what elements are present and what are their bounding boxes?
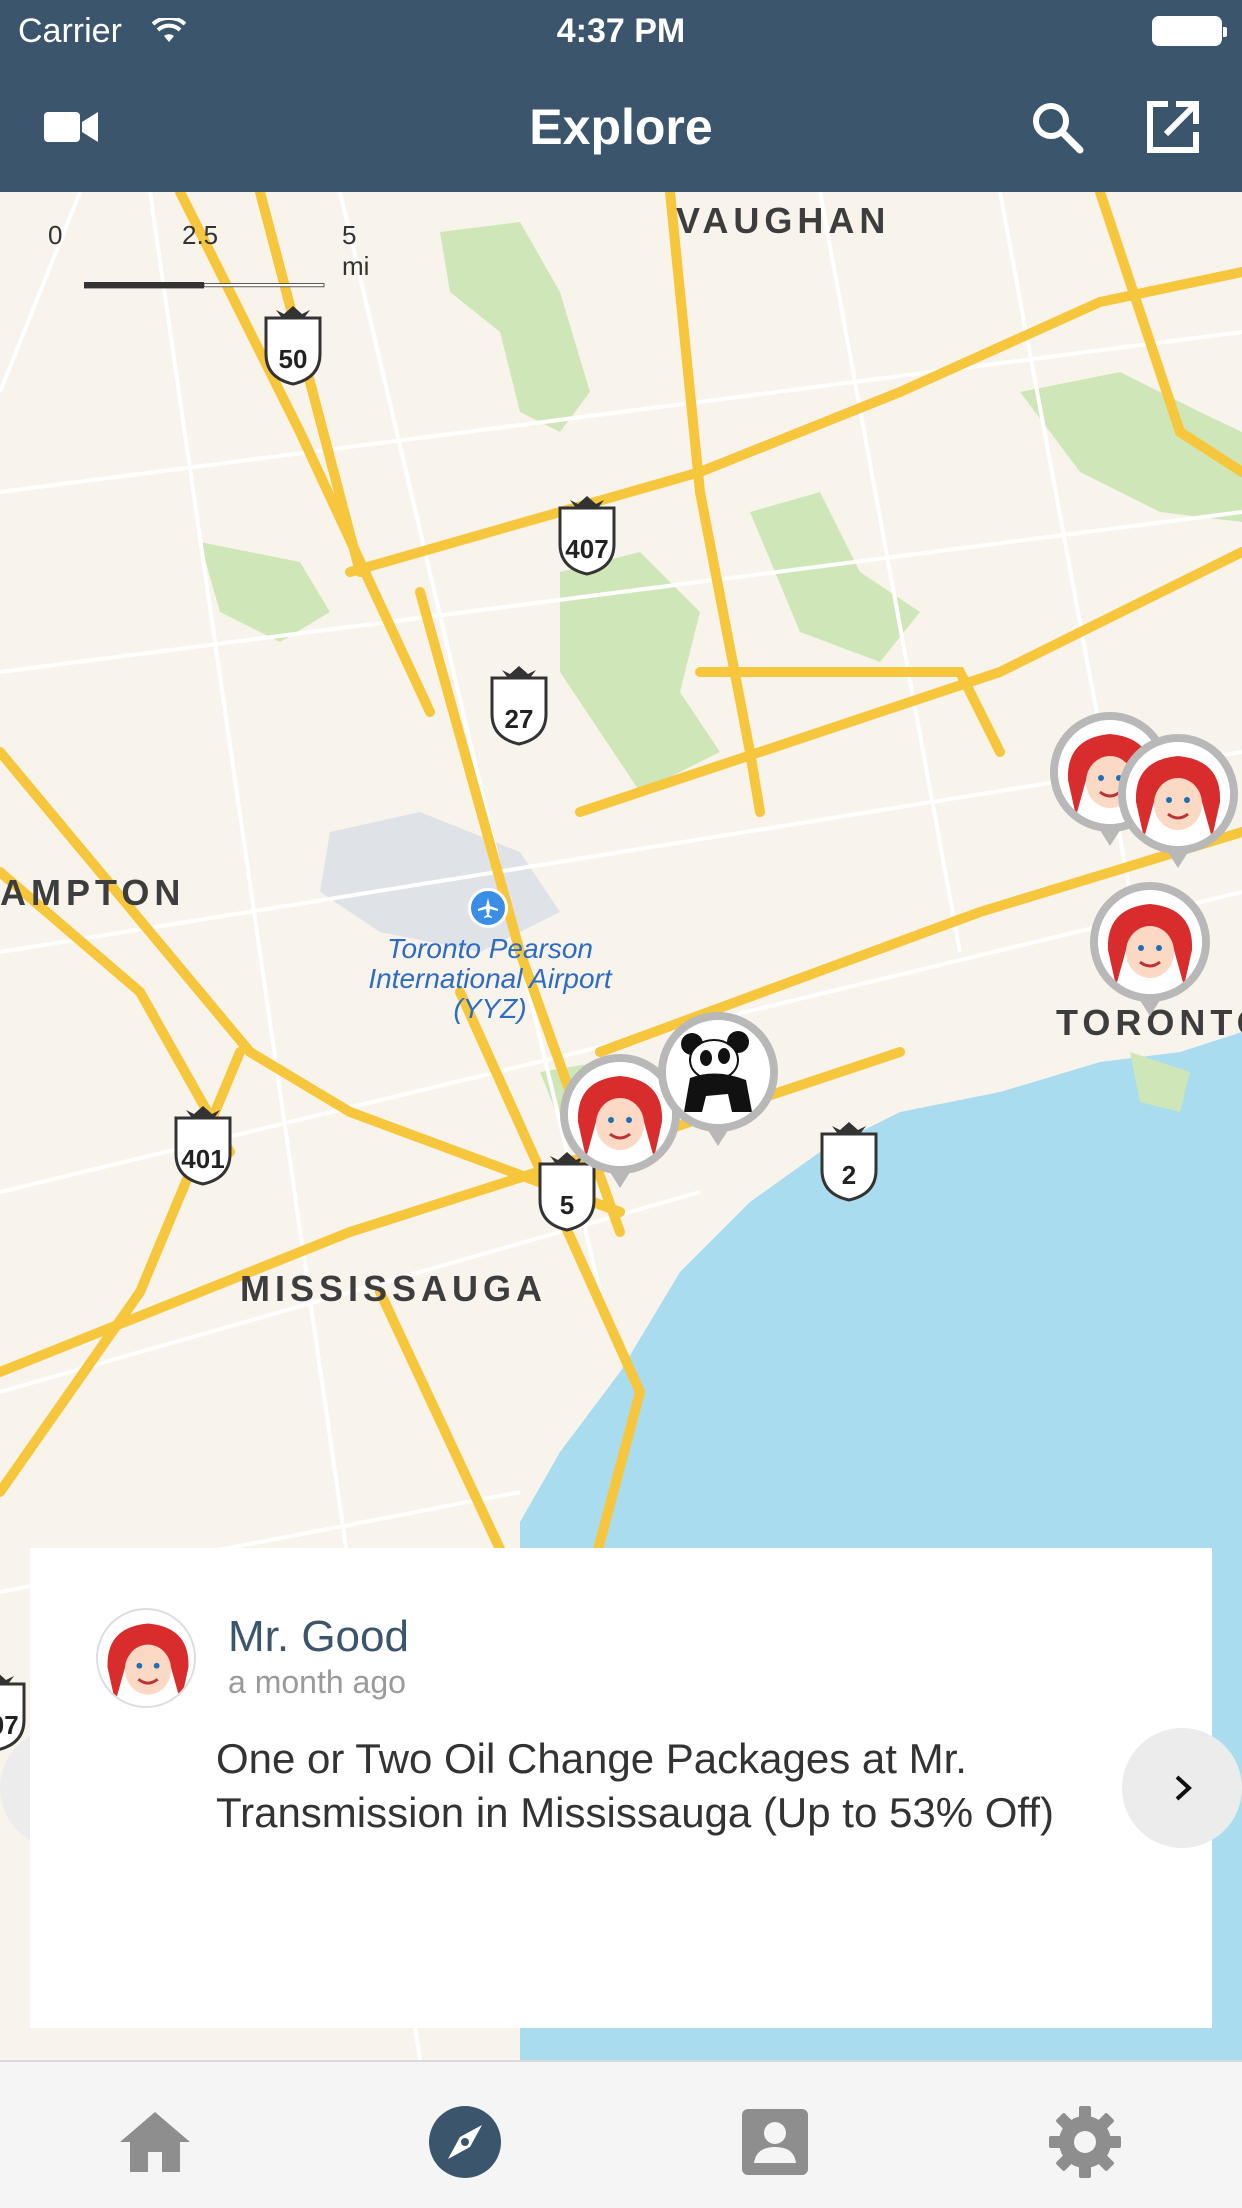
scale-bar [84, 282, 325, 289]
battery-icon [1152, 16, 1227, 46]
label-vaughan: Vaughan [676, 200, 891, 241]
shield-label: 27 [504, 704, 534, 734]
status-bar: Carrier 4:37 PM [0, 0, 1242, 62]
status-time: 4:37 PM [556, 12, 686, 50]
shield-label: 50 [278, 344, 308, 374]
tab-bar [0, 2060, 1242, 2208]
shield-label: 407 [0, 1710, 19, 1740]
wendys-logo-icon [1126, 742, 1230, 846]
wendys-logo-icon [568, 1062, 672, 1166]
airport-label: Toronto Pearson International Airport (Y… [368, 933, 612, 1024]
profile-icon[interactable] [735, 2102, 815, 2182]
compass-icon[interactable] [425, 2102, 505, 2182]
panda-logo-icon [666, 1020, 770, 1124]
card-author: Mr. Good [228, 1612, 409, 1661]
gear-icon[interactable] [1045, 2102, 1125, 2182]
highway-shield-icon: 27 [488, 664, 550, 746]
highway-shield-icon: 401 [172, 1104, 234, 1186]
scale-label-0: 0 [48, 220, 63, 250]
scale-label-2-5: 2.5 [182, 220, 219, 250]
chevron-right-icon [1175, 1775, 1192, 1801]
scale-label-5mi: 5 mi [342, 220, 370, 281]
map-pin[interactable] [1118, 734, 1238, 874]
label-brampton: Ampton [0, 872, 186, 913]
home-icon[interactable] [115, 2102, 195, 2182]
label-mississauga: Mississauga [240, 1268, 548, 1309]
card-timestamp: a month ago [228, 1664, 406, 1700]
shield-label: 401 [181, 1144, 225, 1174]
map-pin[interactable] [1090, 882, 1210, 1022]
next-button[interactable] [1122, 1728, 1242, 1848]
top-bar: Carrier 4:37 PM Explore [0, 0, 1242, 192]
airplane-icon[interactable] [468, 888, 508, 928]
highway-shield-icon: 2 [818, 1120, 880, 1202]
search-icon[interactable] [1022, 92, 1092, 162]
highway-shield-icon: 407 [556, 494, 618, 576]
shield-label: 5 [559, 1190, 575, 1220]
map-pin[interactable] [658, 1012, 778, 1152]
highway-shield-icon: 50 [262, 304, 324, 386]
shield-label: 407 [565, 534, 609, 564]
map-scale: 0 2.5 5 mi [44, 220, 369, 289]
card-description: One or Two Oil Change Packages at Mr. Tr… [216, 1735, 1054, 1836]
deal-card[interactable]: Mr. Good a month ago One or Two Oil Chan… [30, 1548, 1212, 2028]
shield-label: 2 [841, 1160, 857, 1190]
nav-bar: Explore [0, 62, 1242, 192]
avatar [96, 1608, 196, 1708]
wendys-logo-icon [1098, 890, 1202, 994]
share-external-icon[interactable] [1138, 92, 1208, 162]
